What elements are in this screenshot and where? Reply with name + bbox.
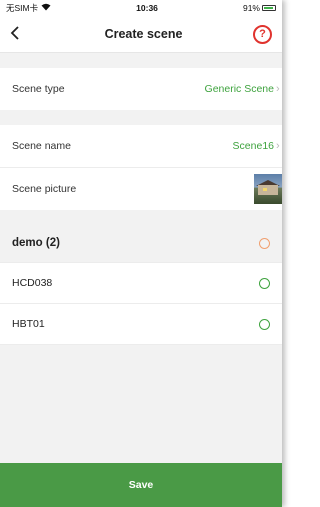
wifi-icon — [41, 3, 51, 13]
scene-name-label: Scene name — [12, 140, 71, 152]
scene-picture-thumbnail[interactable] — [254, 174, 282, 204]
scene-name-row[interactable]: Scene name Scene16 › — [0, 125, 282, 167]
scene-picture-row[interactable]: Scene picture — [0, 167, 282, 210]
status-bar: 无SIM卡 10:36 91% — [0, 0, 282, 16]
time-text: 10:36 — [136, 3, 158, 13]
scene-type-row[interactable]: Scene type Generic Scene › — [0, 68, 282, 110]
chevron-right-icon: › — [276, 140, 280, 152]
save-button[interactable]: Save — [0, 463, 282, 507]
device-row[interactable]: HCD038 — [0, 262, 282, 303]
device-name: HBT01 — [12, 318, 45, 330]
section-gap — [0, 53, 282, 68]
phone-screen: 无SIM卡 10:36 91% Create scene ? Scene typ… — [0, 0, 282, 507]
house-light — [263, 188, 267, 191]
scene-type-value: Generic Scene — [204, 83, 274, 95]
question-circle-icon: ? — [259, 28, 266, 40]
group-title: demo (2) — [12, 237, 60, 249]
section-gap — [0, 110, 282, 125]
status-left: 无SIM卡 — [6, 2, 51, 14]
scene-name-value: Scene16 — [232, 140, 274, 152]
device-row[interactable]: HBT01 — [0, 303, 282, 345]
device-name: HCD038 — [12, 277, 53, 289]
carrier-text: 无SIM卡 — [6, 3, 39, 13]
help-button[interactable]: ? — [252, 24, 272, 44]
battery-icon — [261, 5, 276, 11]
battery-percent: 91% — [242, 3, 260, 13]
scene-type-value-wrap: Generic Scene › — [205, 83, 282, 95]
device-select-radio[interactable] — [259, 318, 270, 330]
scene-picture-label: Scene picture — [12, 183, 77, 195]
chevron-left-icon — [10, 26, 19, 40]
scene-type-label: Scene type — [12, 83, 65, 95]
status-right: 91% — [243, 3, 276, 13]
chevron-right-icon: › — [276, 83, 280, 95]
scene-name-value-wrap: Scene16 › — [233, 140, 282, 152]
nav-bar: Create scene ? — [0, 16, 282, 53]
house-body — [258, 185, 278, 195]
group-header[interactable]: demo (2) — [0, 224, 282, 262]
group-select-radio[interactable] — [259, 237, 270, 249]
device-select-radio[interactable] — [259, 277, 270, 289]
back-button[interactable] — [10, 24, 34, 44]
page-title: Create scene — [104, 27, 183, 41]
save-label: Save — [128, 479, 154, 491]
